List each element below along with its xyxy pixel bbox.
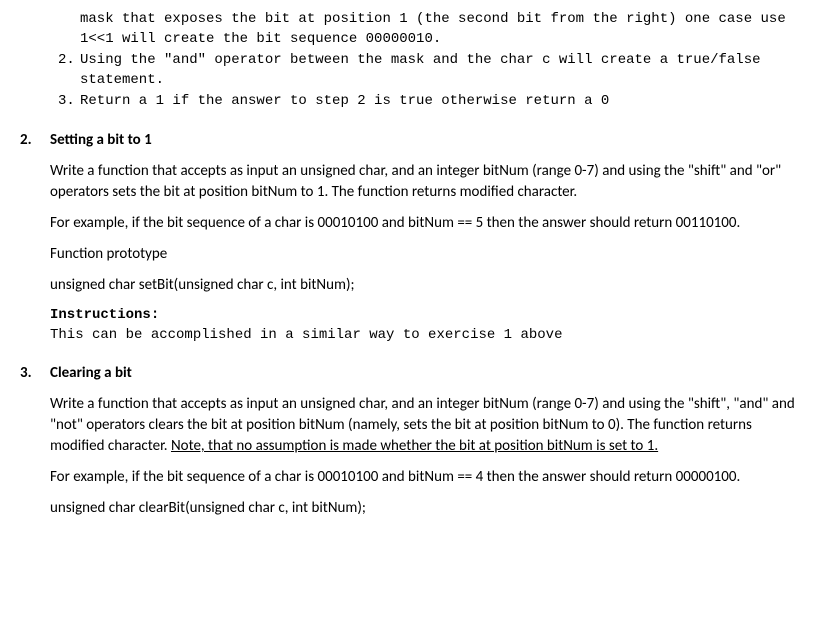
- section-2-p3: Function prototype: [50, 244, 807, 265]
- section-2-instructions-label: Instructions:: [50, 306, 807, 326]
- section-2-p2: For example, if the bit sequence of a ch…: [50, 213, 807, 234]
- sublist-item-2: 2. Using the "and" operator between the …: [58, 51, 807, 90]
- sublist-item-3: 3. Return a 1 if the answer to step 2 is…: [58, 92, 807, 112]
- top-sublist: mask that exposes the bit at position 1 …: [58, 10, 807, 112]
- sublist-num-blank: [58, 10, 80, 49]
- section-3-p1: Write a function that accepts as input a…: [50, 394, 807, 457]
- sublist-num-3: 3.: [58, 92, 80, 112]
- section-3-p2: For example, if the bit sequence of a ch…: [50, 467, 807, 488]
- section-3-header: 3. Clearing a bit: [20, 363, 807, 384]
- section-2-p4: unsigned char setBit(unsigned char c, in…: [50, 275, 807, 296]
- section-2-num: 2.: [20, 130, 50, 151]
- section-2-body: Write a function that accepts as input a…: [50, 161, 807, 345]
- section-3-body: Write a function that accepts as input a…: [50, 394, 807, 519]
- section-3-title: Clearing a bit: [50, 363, 132, 384]
- section-2-header: 2. Setting a bit to 1: [20, 130, 807, 151]
- section-2: 2. Setting a bit to 1 Write a function t…: [20, 130, 807, 345]
- section-3-p3: unsigned char clearBit(unsigned char c, …: [50, 498, 807, 519]
- sublist-text-2: Using the "and" operator between the mas…: [80, 51, 807, 90]
- section-3-num: 3.: [20, 363, 50, 384]
- sublist-item-1-cont: mask that exposes the bit at position 1 …: [58, 10, 807, 49]
- sublist-num-2: 2.: [58, 51, 80, 90]
- section-2-title: Setting a bit to 1: [50, 130, 152, 151]
- sublist-text-3: Return a 1 if the answer to step 2 is tr…: [80, 92, 807, 112]
- section-3: 3. Clearing a bit Write a function that …: [20, 363, 807, 519]
- section-3-p1b: Note, that no assumption is made whether…: [171, 437, 658, 455]
- section-2-instructions-text: This can be accomplished in a similar wa…: [50, 326, 807, 346]
- section-2-p1: Write a function that accepts as input a…: [50, 161, 807, 203]
- sublist-text-1: mask that exposes the bit at position 1 …: [80, 10, 807, 49]
